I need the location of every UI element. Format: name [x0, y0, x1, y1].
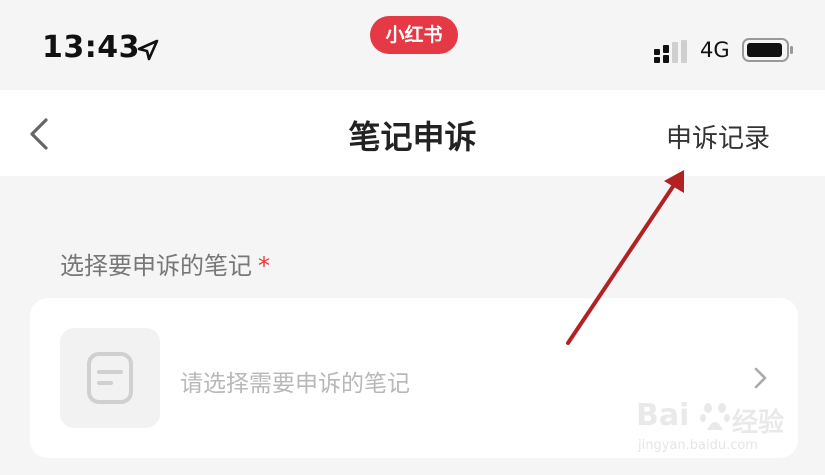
- paw-icon: [700, 403, 730, 430]
- appeal-records-link[interactable]: 申诉记录: [666, 118, 770, 155]
- watermark-brand-cn: 经验: [732, 408, 785, 438]
- section-label-text: 选择要申诉的笔记: [60, 252, 252, 280]
- note-thumbnail: [60, 328, 160, 428]
- required-mark: *: [258, 252, 270, 280]
- signal-icon: [654, 40, 687, 63]
- watermark-url: jingyan.baidu.com: [638, 438, 758, 453]
- status-bar: 13:43 小红书 4G: [0, 0, 825, 90]
- app-badge: 小红书: [370, 16, 458, 54]
- watermark-brand: Bai: [636, 398, 690, 433]
- network-type: 4G: [700, 38, 730, 62]
- baidu-jingyan-watermark: Bai 经验 jingyan.baidu.com: [636, 398, 786, 458]
- status-time: 13:43: [42, 30, 140, 65]
- battery-icon: [742, 38, 793, 62]
- note-picker-placeholder: 请选择需要申诉的笔记: [180, 371, 410, 397]
- note-icon: [87, 352, 133, 404]
- select-note-label: 选择要申诉的笔记 *: [60, 246, 270, 281]
- location-arrow-icon: [137, 39, 159, 61]
- chevron-right-icon: [754, 367, 767, 389]
- nav-bar: 笔记申诉 申诉记录: [0, 90, 825, 176]
